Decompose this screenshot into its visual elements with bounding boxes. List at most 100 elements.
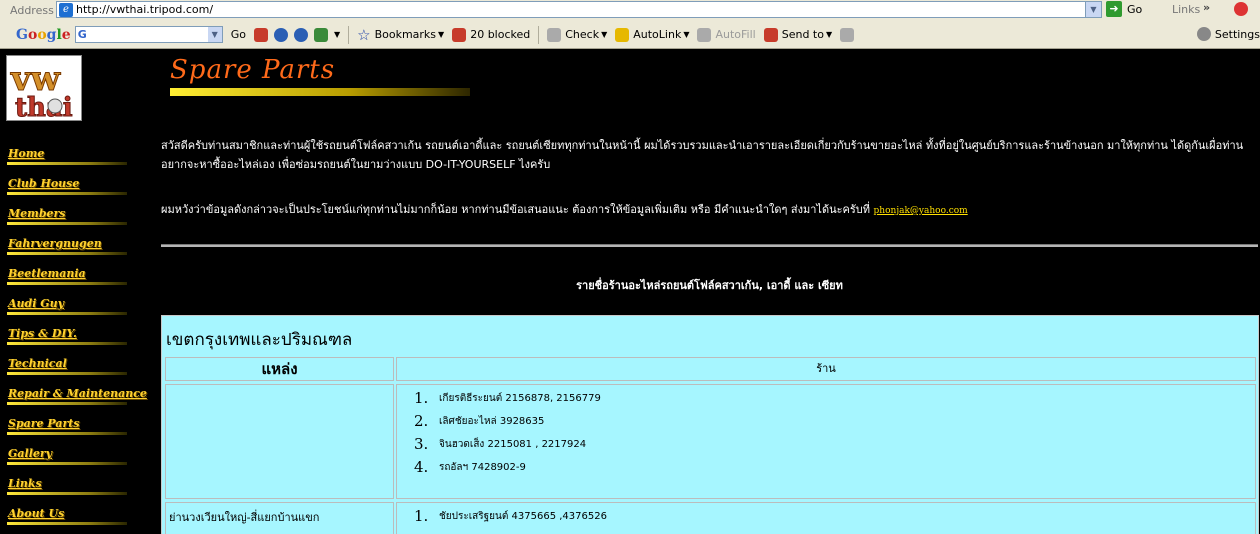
nav-link-label: Repair & Maintenance xyxy=(8,387,147,400)
nav-underline-bar xyxy=(7,372,127,375)
nav-link-club-house[interactable]: Club House xyxy=(7,175,133,205)
nav-link-label: Audi Guy xyxy=(8,297,65,310)
magic-wand-icon xyxy=(615,27,630,42)
contact-paragraph: ผมหวังว่าข้อมูลดังกล่าวจะเป็นประโยชน์แก่… xyxy=(161,200,1253,221)
popup-blocked-button[interactable]: 20 blocked xyxy=(452,27,530,42)
sidebar-nav: Home Club House Members Fahrvergnugen Beetle… xyxy=(7,145,147,534)
toolbar-divider xyxy=(348,25,350,44)
links-chevron-icon[interactable]: » xyxy=(1203,1,1210,14)
nav-link-beetlemania[interactable]: Beetlemania xyxy=(7,265,133,295)
vwthai-logo[interactable]: vw thai xyxy=(6,55,82,121)
list-item-number: 4. xyxy=(414,458,429,476)
spellcheck-icon xyxy=(547,27,562,42)
go-label: Go xyxy=(1127,2,1143,16)
nav-link-spare-parts[interactable]: Spare Parts xyxy=(7,415,133,445)
nav-underline-bar xyxy=(7,492,127,495)
google-logo[interactable]: Google xyxy=(16,27,71,43)
list-item-number: 2. xyxy=(414,412,429,430)
chevron-down-icon: ▼ xyxy=(438,30,445,39)
settings-button[interactable]: Settings xyxy=(1196,27,1260,41)
list-item: 2. เลิศชัยอะไหล่ 3928635 xyxy=(397,410,1255,433)
google-toolbar: Google G ▼ Go ▼ ☆ Bookmarks ▼ 20 blocked C… xyxy=(0,22,1260,47)
nav-link-audi-guy[interactable]: Audi Guy xyxy=(7,295,133,325)
nav-link-repair-maintenance[interactable]: Repair & Maintenance xyxy=(7,385,147,415)
list-item: 4. รถอัลฯ 7428902-9 xyxy=(397,456,1255,479)
nav-link-fahrvergnugen[interactable]: Fahrvergnugen xyxy=(7,235,133,265)
autofill-icon xyxy=(697,27,712,42)
contact-text: ผมหวังว่าข้อมูลดังกล่าวจะเป็นประโยชน์แก่… xyxy=(161,203,871,216)
nav-link-label: Club House xyxy=(8,177,80,190)
address-bar-row: Address e http://vwthai.tripod.com/ ▼ ➜ … xyxy=(0,0,1260,20)
google-search-input[interactable]: G ▼ xyxy=(74,26,223,43)
links-label[interactable]: Links xyxy=(1172,3,1200,16)
column-header-location: แหล่ง xyxy=(165,357,394,381)
address-input[interactable]: e http://vwthai.tripod.com/ ▼ xyxy=(56,1,1102,18)
shop-entry: ชัยประเสริฐยนต์ 4375665 ,4376526 xyxy=(439,511,607,522)
nav-underline-bar xyxy=(7,342,127,345)
autofill-button[interactable]: AutoFill xyxy=(697,27,756,42)
shop-list-title: รายชื่อร้านอะไหล่รถยนต์โฟล์คสวาเก้น, เอา… xyxy=(576,279,843,292)
nav-link-members[interactable]: Members xyxy=(7,205,133,235)
news-button[interactable] xyxy=(293,27,312,42)
shop-list: 1. เกียรติธีระยนต์ 2156878, 2156779 2. เลิศ… xyxy=(397,385,1255,479)
nav-underline-bar xyxy=(7,522,127,525)
spell-check-button[interactable]: Check ▼ xyxy=(547,27,608,42)
nav-link-about-us[interactable]: About Us xyxy=(7,505,133,534)
title-underline-bar xyxy=(170,88,470,96)
chevron-down-icon: ▼ xyxy=(601,30,608,39)
region-heading: เขตกรุงเทพและปริมณฑล xyxy=(166,330,353,350)
nav-underline-bar xyxy=(7,312,127,315)
nav-underline-bar xyxy=(7,252,127,255)
globe-icon xyxy=(273,27,288,42)
search-site-button[interactable] xyxy=(253,27,272,42)
nav-link-home[interactable]: Home xyxy=(7,145,133,175)
google-go-button[interactable]: Go xyxy=(231,28,246,41)
nav-link-gallery[interactable]: Gallery xyxy=(7,445,133,475)
google-search-prefix: G xyxy=(77,28,87,41)
popup-blocker-icon xyxy=(452,27,467,42)
shop-entry: รถอัลฯ 7428902-9 xyxy=(439,462,526,473)
svg-text:thai: thai xyxy=(15,93,73,120)
shop-entry: จินฮวดเส็ง 2215081 , 2217924 xyxy=(439,439,587,450)
news-globe-icon xyxy=(293,27,308,42)
address-url: http://vwthai.tripod.com/ xyxy=(76,3,214,16)
page-title: Spare Parts xyxy=(170,55,336,85)
nav-link-label: Links xyxy=(8,477,42,490)
settings-gear-icon xyxy=(1196,27,1211,41)
search-web-button[interactable] xyxy=(273,27,292,42)
intro-paragraph: สวัสดีครับท่านสมาชิกและท่านผู้ใช้รถยนต์โ… xyxy=(161,139,1244,171)
shop-table: เขตกรุงเทพและปริมณฑล แหล่ง ร้าน 1. เกียรต… xyxy=(161,315,1259,534)
bookmarks-button[interactable]: ☆ Bookmarks ▼ xyxy=(357,26,444,44)
nav-link-technical[interactable]: Technical xyxy=(7,355,133,385)
email-link[interactable]: phonjak@yahoo.com xyxy=(874,206,968,216)
star-icon: ☆ xyxy=(357,25,371,44)
go-arrow-icon: ➜ xyxy=(1106,1,1122,17)
chevron-down-icon: ▼ xyxy=(825,30,833,39)
pagerank-button[interactable]: ▼ xyxy=(313,27,340,42)
nav-link-links[interactable]: Links xyxy=(7,475,133,505)
table-cell-location: ย่านวงเวียนใหญ่-สี่แยกบ้านแขก xyxy=(165,502,394,534)
search-site-icon xyxy=(253,27,268,42)
web-page: vw thai Home Club House Members Fahrvergnug… xyxy=(0,49,1260,534)
list-item: 1. ชัยประเสริฐยนต์ 4375665 ,4376526 xyxy=(397,505,1255,528)
highlighter-button[interactable] xyxy=(840,27,858,42)
nav-link-tips-diy[interactable]: Tips & DIY. xyxy=(7,325,133,355)
go-button[interactable]: ➜ Go xyxy=(1106,1,1142,17)
nav-link-label: Gallery xyxy=(8,447,53,460)
send-to-button[interactable]: Send to ▼ xyxy=(763,27,833,42)
chevron-down-icon: ▼ xyxy=(683,30,690,39)
nav-underline-bar xyxy=(7,282,127,285)
search-dropdown-icon[interactable]: ▼ xyxy=(207,27,222,42)
table-cell-shops: 1. ชัยประเสริฐยนต์ 4375665 ,4376526 xyxy=(396,502,1256,534)
list-item: 3. จินฮวดเส็ง 2215081 , 2217924 xyxy=(397,433,1255,456)
table-cell-location xyxy=(165,384,394,499)
address-label: Address xyxy=(10,3,54,17)
send-icon xyxy=(763,27,778,42)
highlighter-icon xyxy=(840,27,855,42)
list-item: 1. เกียรติธีระยนต์ 2156878, 2156779 xyxy=(397,387,1255,410)
toolbar-extra-icon[interactable] xyxy=(1234,2,1248,16)
list-item-number: 3. xyxy=(414,435,429,453)
nav-link-label: Technical xyxy=(8,357,67,370)
address-dropdown-icon[interactable]: ▼ xyxy=(1085,2,1101,17)
autolink-button[interactable]: AutoLink ▼ xyxy=(615,27,690,42)
